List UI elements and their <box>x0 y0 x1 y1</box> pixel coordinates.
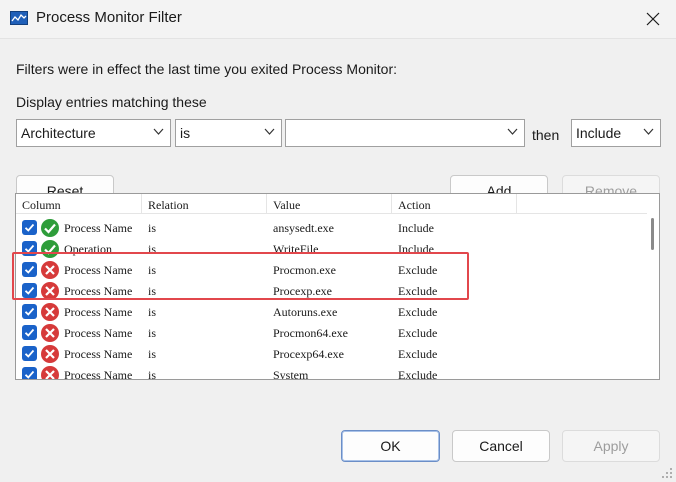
checkmark-icon <box>24 349 35 358</box>
exclude-x-icon <box>41 303 59 321</box>
cell-value: Procmon64.exe <box>273 326 348 340</box>
header-value[interactable]: Value <box>267 194 392 214</box>
row-checkbox[interactable] <box>22 325 37 340</box>
list-header: Column Relation Value Action <box>16 194 648 214</box>
header-column[interactable]: Column <box>16 194 142 214</box>
title-bar: Process Monitor Filter <box>0 0 676 38</box>
scrollbar-thumb[interactable] <box>651 218 654 250</box>
apply-button[interactable]: Apply <box>562 430 660 462</box>
cell-action: Exclude <box>398 347 438 361</box>
checkmark-icon <box>24 286 35 295</box>
cell-relation: is <box>148 284 157 298</box>
cell-column: Process Name <box>64 284 133 298</box>
list-scrollbar[interactable] <box>647 194 659 379</box>
row-checkbox[interactable] <box>22 304 37 319</box>
checkmark-icon <box>24 328 35 337</box>
exclude-x-icon <box>41 345 59 363</box>
row-checkbox[interactable] <box>22 283 37 298</box>
cell-action: Exclude <box>398 284 438 298</box>
list-row[interactable]: Process Name is Procmon64.exe Exclude <box>16 323 646 344</box>
cell-column: Operation <box>64 242 112 256</box>
cell-action: Exclude <box>398 326 438 340</box>
cell-column: Process Name <box>64 368 133 380</box>
action-select[interactable]: Include <box>571 119 661 147</box>
cell-value: Procexp64.exe <box>273 347 344 361</box>
value-combobox[interactable] <box>285 119 525 147</box>
checkmark-icon <box>24 244 35 253</box>
action-select-value: Include <box>576 125 622 141</box>
list-row[interactable]: Process Name is System Exclude <box>16 365 646 380</box>
cancel-button[interactable]: Cancel <box>452 430 550 462</box>
cell-value: Autoruns.exe <box>273 305 338 319</box>
exclude-x-icon <box>41 324 59 342</box>
cell-action: Exclude <box>398 368 438 380</box>
row-checkbox[interactable] <box>22 262 37 277</box>
cell-action: Exclude <box>398 305 438 319</box>
cell-column: Process Name <box>64 305 133 319</box>
row-checkbox[interactable] <box>22 367 37 379</box>
cell-value: System <box>273 368 309 380</box>
include-check-icon <box>41 219 59 237</box>
header-relation[interactable]: Relation <box>142 194 267 214</box>
chevron-down-icon <box>153 128 164 135</box>
cell-action: Include <box>398 221 434 235</box>
cell-relation: is <box>148 221 157 235</box>
cell-value: WriteFile <box>273 242 319 256</box>
then-label: then <box>532 127 560 143</box>
cell-column: Process Name <box>64 347 133 361</box>
cell-relation: is <box>148 368 157 380</box>
exclude-x-icon <box>41 261 59 279</box>
column-select-value: Architecture <box>21 125 96 141</box>
cell-value: Procexp.exe <box>273 284 332 298</box>
cell-value: Procmon.exe <box>273 263 336 277</box>
cell-relation: is <box>148 242 157 256</box>
checkmark-icon <box>24 307 35 316</box>
chevron-down-icon <box>264 128 275 135</box>
row-checkbox[interactable] <box>22 241 37 256</box>
cell-relation: is <box>148 326 157 340</box>
close-icon <box>646 12 660 26</box>
checkmark-icon <box>24 370 35 379</box>
match-label: Display entries matching these <box>16 94 207 110</box>
exclude-x-icon <box>41 366 59 379</box>
window-title: Process Monitor Filter <box>36 9 182 26</box>
cell-column: Process Name <box>64 221 133 235</box>
row-checkbox[interactable] <box>22 220 37 235</box>
chevron-down-icon <box>643 128 654 135</box>
list-row[interactable]: Process Name is Procmon.exe Exclude <box>16 260 646 281</box>
checkmark-icon <box>24 265 35 274</box>
cell-relation: is <box>148 305 157 319</box>
cell-value: ansysedt.exe <box>273 221 334 235</box>
list-row[interactable]: Process Name is Autoruns.exe Exclude <box>16 302 646 323</box>
cell-action: Include <box>398 242 434 256</box>
list-row[interactable]: Process Name is Procexp.exe Exclude <box>16 281 646 302</box>
resize-grip-icon[interactable] <box>661 467 673 479</box>
ok-button[interactable]: OK <box>341 430 440 462</box>
filter-list[interactable]: Column Relation Value Action Process Nam… <box>15 193 660 380</box>
intro-text: Filters were in effect the last time you… <box>16 61 398 77</box>
cell-column: Process Name <box>64 326 133 340</box>
cell-relation: is <box>148 347 157 361</box>
checkmark-icon <box>24 223 35 232</box>
row-checkbox[interactable] <box>22 346 37 361</box>
close-button[interactable] <box>630 0 676 38</box>
cell-relation: is <box>148 263 157 277</box>
relation-select[interactable]: is <box>175 119 282 147</box>
cell-action: Exclude <box>398 263 438 277</box>
list-row[interactable]: Operation is WriteFile Include <box>16 239 646 260</box>
header-action[interactable]: Action <box>392 194 517 214</box>
exclude-x-icon <box>41 282 59 300</box>
monitor-graph-icon <box>10 11 28 25</box>
include-check-icon <box>41 240 59 258</box>
cell-column: Process Name <box>64 263 133 277</box>
list-row[interactable]: Process Name is ansysedt.exe Include <box>16 218 646 239</box>
list-row[interactable]: Process Name is Procexp64.exe Exclude <box>16 344 646 365</box>
relation-select-value: is <box>180 125 191 141</box>
column-select[interactable]: Architecture <box>16 119 171 147</box>
chevron-down-icon <box>507 128 518 135</box>
